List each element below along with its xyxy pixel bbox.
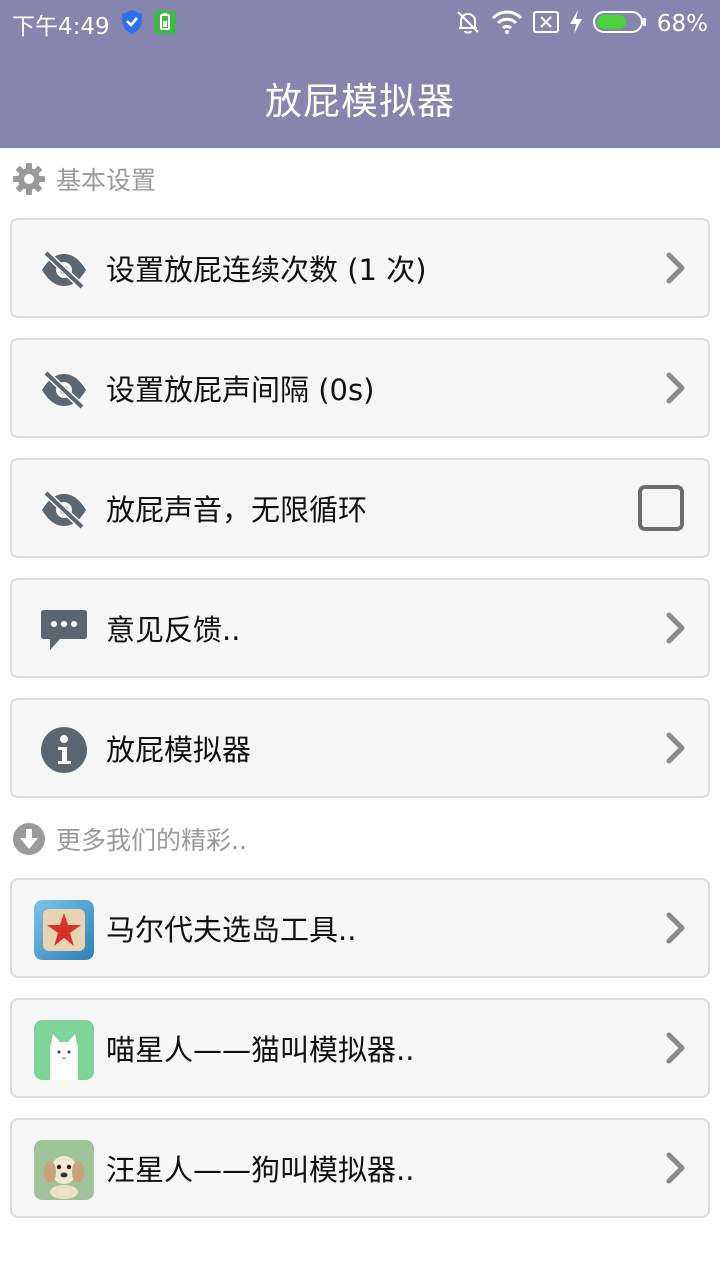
section-header-basic: 基本设置 <box>12 162 156 196</box>
starfish-app-icon <box>34 900 94 960</box>
chevron-right-icon <box>658 368 694 408</box>
setting-fart-interval[interactable]: 设置放屁声间隔 (0s) <box>10 338 710 438</box>
setting-label: 放屁模拟器 <box>106 733 252 767</box>
chevron-right-icon <box>658 1028 694 1068</box>
chevron-right-icon <box>658 608 694 648</box>
download-circle-icon <box>12 822 46 856</box>
chat-bubble-icon <box>34 600 94 660</box>
no-sim-icon <box>532 11 559 37</box>
infinite-loop-checkbox[interactable] <box>638 485 684 531</box>
battery-percent: 68% <box>656 11 708 37</box>
info-icon <box>34 720 94 780</box>
puppy-app-icon <box>34 1140 94 1200</box>
app-label: 喵星人——猫叫模拟器.. <box>106 1033 415 1067</box>
setting-infinite-loop[interactable]: 放屁声音，无限循环 <box>10 458 710 558</box>
about-item[interactable]: 放屁模拟器 <box>10 698 710 798</box>
app-cat-simulator[interactable]: 喵星人——猫叫模拟器.. <box>10 998 710 1098</box>
app-label: 汪星人——狗叫模拟器.. <box>106 1153 415 1187</box>
app-bar: 放屁模拟器 <box>0 48 720 148</box>
setting-label: 意见反馈.. <box>106 613 241 647</box>
status-time: 下午4:49 <box>12 14 110 40</box>
setting-label: 放屁声音，无限循环 <box>106 493 368 527</box>
page-title: 放屁模拟器 <box>265 80 455 123</box>
battery-saver-icon <box>153 10 176 38</box>
cat-app-icon <box>34 1020 94 1080</box>
chevron-right-icon <box>658 728 694 768</box>
charging-icon <box>569 10 583 38</box>
app-dog-simulator[interactable]: 汪星人——狗叫模拟器.. <box>10 1118 710 1218</box>
setting-label: 设置放屁声间隔 (0s) <box>106 373 375 407</box>
bell-off-icon <box>455 9 481 39</box>
section-title-basic: 基本设置 <box>56 166 157 195</box>
chevron-right-icon <box>658 248 694 288</box>
section-header-more: 更多我们的精彩.. <box>12 822 247 856</box>
section-title-more: 更多我们的精彩.. <box>56 826 247 855</box>
gear-icon <box>12 162 46 196</box>
eye-off-icon <box>34 360 94 420</box>
wifi-icon <box>491 10 523 38</box>
battery-icon <box>592 11 647 37</box>
eye-off-icon <box>34 480 94 540</box>
eye-off-icon <box>34 240 94 300</box>
feedback-item[interactable]: 意见反馈.. <box>10 578 710 678</box>
shield-icon <box>120 9 144 39</box>
chevron-right-icon <box>658 908 694 948</box>
setting-label: 设置放屁连续次数 (1 次) <box>106 253 427 287</box>
app-label: 马尔代夫选岛工具.. <box>106 913 357 947</box>
app-maldives-island[interactable]: 马尔代夫选岛工具.. <box>10 878 710 978</box>
setting-fart-count[interactable]: 设置放屁连续次数 (1 次) <box>10 218 710 318</box>
status-bar: 下午4:49 68% <box>0 0 720 48</box>
chevron-right-icon <box>658 1148 694 1188</box>
